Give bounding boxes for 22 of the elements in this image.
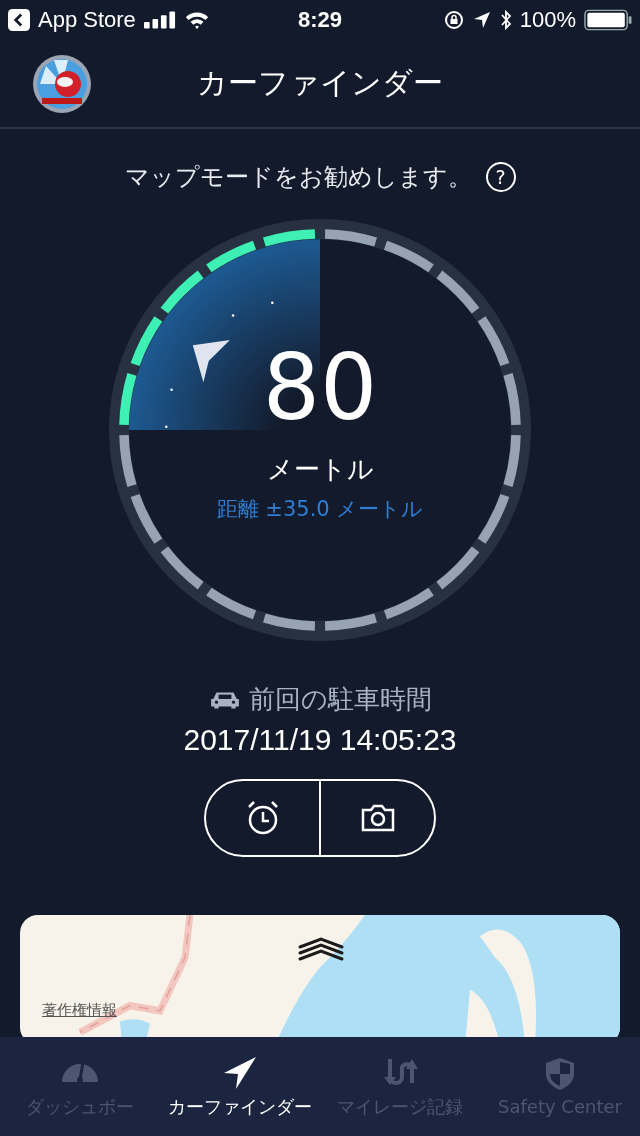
- speedometer-icon: [60, 1061, 100, 1084]
- distance-value: 80: [262, 338, 378, 438]
- tab[interactable]: カーファインダー: [160, 1037, 320, 1136]
- parking-label: 前回の駐車時間: [248, 683, 432, 716]
- parking-time: 2017/11/19 14:05:23: [183, 723, 457, 757]
- back-icon[interactable]: [8, 9, 30, 31]
- signal-icon: [143, 11, 176, 29]
- drag-handle-icon[interactable]: [298, 935, 344, 961]
- rotation-lock-icon: [443, 10, 464, 30]
- avatar-icon[interactable]: [32, 53, 92, 114]
- back-label[interactable]: App Store: [38, 7, 136, 33]
- wifi-icon: [183, 10, 210, 30]
- bluetooth-icon: [499, 10, 512, 30]
- screen-title: カーファインダー: [197, 64, 443, 102]
- accuracy-text: 距離 ±35.0 メートル: [216, 496, 424, 523]
- battery-icon: [584, 9, 632, 31]
- copyright-link[interactable]: 著作権情報: [42, 1001, 117, 1020]
- distance-unit: メートル: [266, 453, 374, 486]
- help-button[interactable]: ?: [485, 162, 516, 192]
- hint-text: マップモードをお勧めします。: [124, 162, 472, 193]
- battery-percent: 100%: [519, 7, 576, 33]
- clock: 8:29: [297, 7, 342, 33]
